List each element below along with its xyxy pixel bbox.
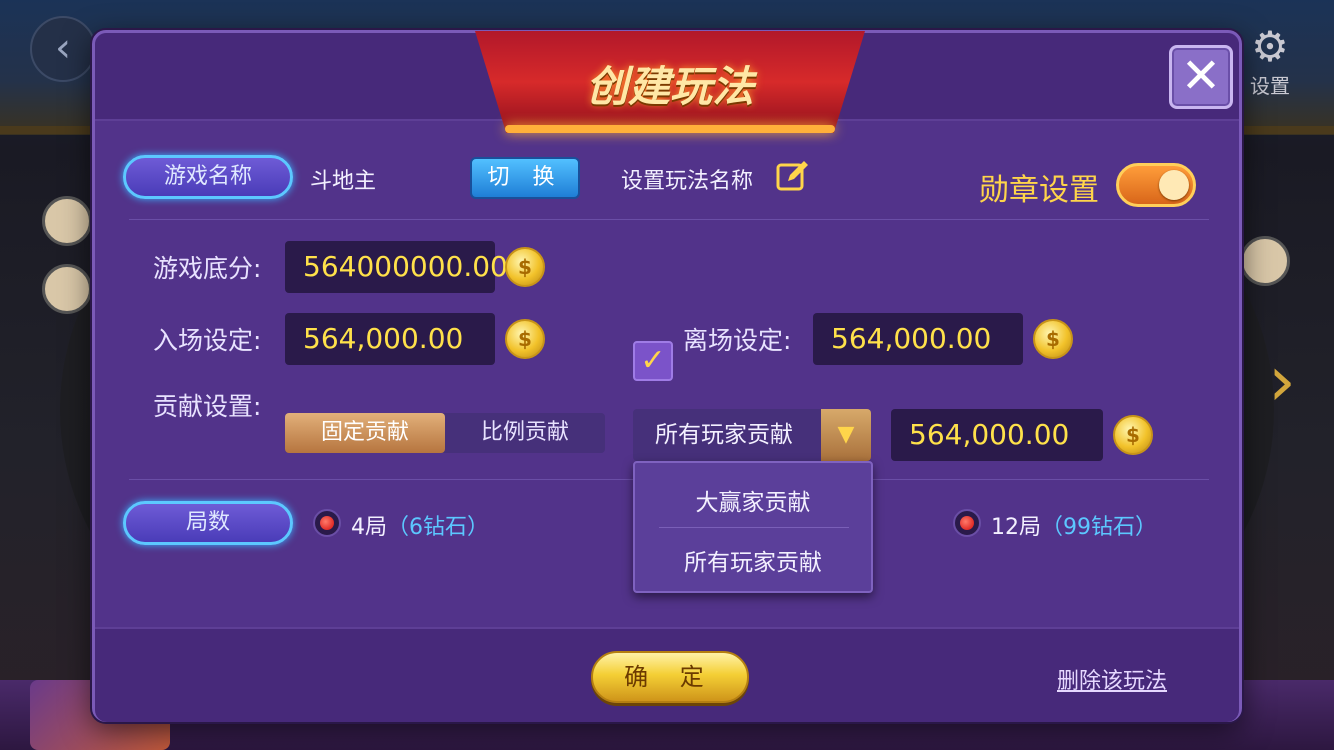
chevron-right-icon[interactable]: › xyxy=(1268,340,1296,422)
rounds-radio-4[interactable] xyxy=(313,509,341,537)
exit-input[interactable]: 564,000.00 xyxy=(813,313,1023,365)
ratio-contribution-option[interactable]: 比例贡献 xyxy=(445,413,605,453)
avatar xyxy=(1240,236,1290,286)
contribution-input[interactable]: 564,000.00 xyxy=(891,409,1103,461)
back-button[interactable]: ‹ xyxy=(30,16,96,82)
radio-selected-dot xyxy=(960,516,974,530)
dialog-footer: 确 定 删除该玩法 xyxy=(95,627,1239,722)
game-name-label: 游戏名称 xyxy=(123,155,293,199)
rounds-option-12[interactable]: 12局（99钻石） xyxy=(991,509,1157,541)
coin-icon: $ xyxy=(505,247,545,287)
gear-icon: ⚙ xyxy=(1251,22,1289,71)
entry-label: 入场设定: xyxy=(153,326,262,355)
rounds-radio-12[interactable] xyxy=(953,509,981,537)
rounds-label: 局数 xyxy=(123,501,293,545)
divider xyxy=(129,219,1209,220)
medal-toggle[interactable] xyxy=(1116,163,1196,207)
dialog-body: 游戏名称 斗地主 切 换 设置玩法名称 勋章设置 游戏底分: 564000000… xyxy=(95,123,1239,625)
avatar xyxy=(42,264,92,314)
toggle-knob xyxy=(1159,170,1189,200)
chevron-down-icon[interactable]: ▼ xyxy=(821,409,871,461)
base-score-label: 游戏底分: xyxy=(153,254,262,283)
entry-input[interactable]: 564,000.00 xyxy=(285,313,495,365)
contribution-label: 贡献设置: xyxy=(153,392,262,421)
close-button[interactable]: ✕ xyxy=(1169,45,1233,109)
checkmark-icon: ✓ xyxy=(640,343,666,378)
avatar xyxy=(42,196,92,246)
set-rule-name-label[interactable]: 设置玩法名称 xyxy=(621,163,753,195)
contributor-select[interactable]: 所有玩家贡献 ▼ xyxy=(633,409,871,461)
settings-button[interactable]: ⚙ 设置 xyxy=(1240,24,1300,99)
exit-label: 离场设定: xyxy=(683,326,792,355)
dialog-title: 创建玩法 xyxy=(585,62,754,111)
exit-checkbox[interactable]: ✓ xyxy=(633,341,673,381)
medal-settings-label: 勋章设置 xyxy=(979,173,1099,208)
settings-label: 设置 xyxy=(1250,74,1290,98)
delete-rule-link[interactable]: 删除该玩法 xyxy=(1057,663,1167,695)
chevron-left-icon: ‹ xyxy=(55,25,71,71)
confirm-button[interactable]: 确 定 xyxy=(591,651,749,703)
menu-item-big-winner[interactable]: 大赢家贡献 xyxy=(635,483,871,517)
contribution-mode-toggle: 固定贡献 比例贡献 xyxy=(285,413,605,453)
menu-divider xyxy=(659,527,849,528)
edit-icon[interactable] xyxy=(776,159,810,193)
game-name-value: 斗地主 xyxy=(310,169,377,194)
coin-icon: $ xyxy=(1033,319,1073,359)
coin-icon: $ xyxy=(1113,415,1153,455)
coin-icon: $ xyxy=(505,319,545,359)
switch-game-button[interactable]: 切 换 xyxy=(470,157,580,199)
contributor-select-value: 所有玩家贡献 xyxy=(655,422,793,448)
rounds-option-4[interactable]: 4局（6钻石） xyxy=(351,509,489,541)
fixed-contribution-option[interactable]: 固定贡献 xyxy=(285,413,445,453)
radio-selected-dot xyxy=(320,516,334,530)
menu-item-all-players[interactable]: 所有玩家贡献 xyxy=(635,543,871,577)
base-score-input[interactable]: 564000000.00 xyxy=(285,241,508,293)
create-game-dialog: 创建玩法 ✕ 游戏名称 斗地主 切 换 设置玩法名称 勋章设置 游戏底分: 56… xyxy=(92,30,1242,722)
contributor-dropdown-menu: 大赢家贡献 所有玩家贡献 xyxy=(633,461,873,593)
close-icon: ✕ xyxy=(1180,48,1222,104)
